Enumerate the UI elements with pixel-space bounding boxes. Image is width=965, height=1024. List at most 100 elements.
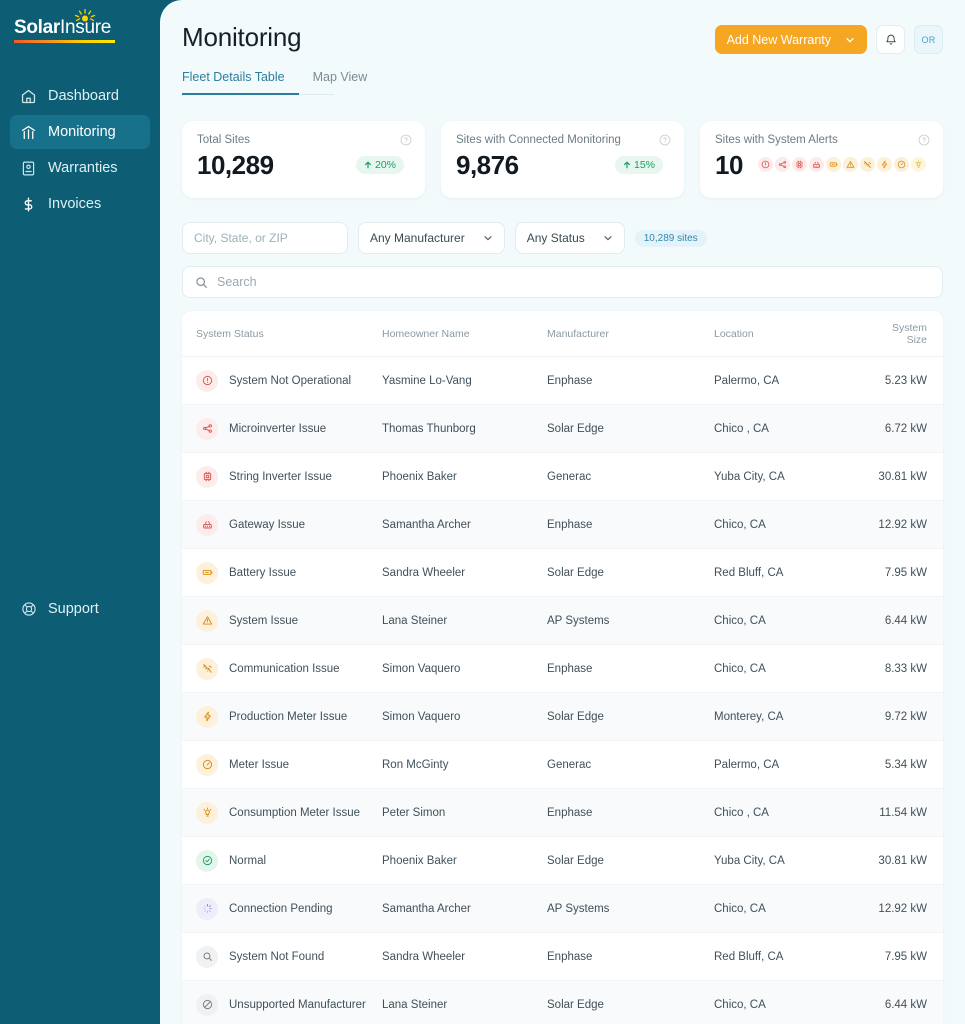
app-logo[interactable]: SolarInsure — [0, 18, 160, 43]
system-status-label: Production Meter Issue — [229, 711, 347, 723]
system-not-operational-icon — [196, 370, 218, 392]
help-icon[interactable] — [918, 133, 930, 151]
status-select-value: Any Status — [527, 231, 585, 245]
table-row[interactable]: Battery Issue Sandra Wheeler Solar Edge … — [182, 549, 943, 597]
table-row[interactable]: String Inverter Issue Phoenix Baker Gene… — [182, 453, 943, 501]
column-header-location[interactable]: Location — [714, 311, 874, 357]
system-status-label: System Not Found — [229, 951, 324, 963]
cell-manufacturer: AP Systems — [547, 885, 714, 933]
sidebar-item-monitoring[interactable]: Monitoring — [10, 115, 150, 149]
system-issue-icon[interactable] — [843, 157, 858, 172]
notifications-button[interactable] — [876, 25, 905, 54]
system-status-label: Gateway Issue — [229, 519, 305, 531]
battery-icon[interactable] — [826, 157, 841, 172]
table-row[interactable]: Connection Pending Samantha Archer AP Sy… — [182, 885, 943, 933]
column-header-manufacturer[interactable]: Manufacturer — [547, 311, 714, 357]
cell-system-size: 7.95 kW — [874, 933, 943, 981]
cell-manufacturer: Solar Edge — [547, 549, 714, 597]
table-row[interactable]: System Not Operational Yasmine Lo-Vang E… — [182, 357, 943, 405]
communication-icon — [196, 658, 218, 680]
stat-card-label: Sites with Connected Monitoring — [456, 134, 669, 146]
production-meter-icon — [196, 706, 218, 728]
cell-system-status: Connection Pending — [182, 885, 382, 933]
location-search-input[interactable] — [182, 222, 348, 254]
help-icon[interactable] — [659, 133, 671, 151]
system-status-label: System Not Operational — [229, 375, 351, 387]
search-icon — [195, 276, 208, 289]
production-meter-icon[interactable] — [877, 157, 892, 172]
consumption-meter-icon — [196, 802, 218, 824]
table-row[interactable]: System Issue Lana Steiner AP Systems Chi… — [182, 597, 943, 645]
add-new-warranty-button[interactable]: Add New Warranty — [715, 25, 867, 54]
tab-map-view[interactable]: Map View — [299, 70, 379, 94]
system-not-operational-icon[interactable] — [758, 157, 773, 172]
home-icon — [20, 88, 37, 105]
cell-manufacturer: AP Systems — [547, 597, 714, 645]
system-status-label: System Issue — [229, 615, 298, 627]
table-row[interactable]: Communication Issue Simon Vaquero Enphas… — [182, 645, 943, 693]
cell-system-status: Normal — [182, 837, 382, 885]
sidebar-item-support[interactable]: Support — [10, 594, 109, 624]
sidebar-item-warranties[interactable]: Warranties — [10, 151, 150, 185]
sidebar-item-label: Warranties — [48, 160, 118, 176]
cell-system-size: 6.44 kW — [874, 981, 943, 1024]
sidebar-item-label: Monitoring — [48, 124, 116, 140]
cell-homeowner-name: Simon Vaquero — [382, 645, 547, 693]
cell-homeowner-name: Sandra Wheeler — [382, 933, 547, 981]
avatar[interactable]: OR — [914, 25, 943, 54]
spinner-icon — [196, 898, 218, 920]
column-header-system-size[interactable]: System Size — [874, 311, 943, 357]
cell-homeowner-name: Lana Steiner — [382, 597, 547, 645]
system-status-label: Connection Pending — [229, 903, 333, 915]
sidebar-item-dashboard[interactable]: Dashboard — [10, 79, 150, 113]
column-header-homeowner-name[interactable]: Homeowner Name — [382, 311, 547, 357]
table-row[interactable]: Microinverter Issue Thomas Thunborg Sola… — [182, 405, 943, 453]
sites-count-badge: 10,289 sites — [635, 230, 707, 247]
table-row[interactable]: Unsupported Manufacturer Lana Steiner So… — [182, 981, 943, 1024]
stat-cards: Total Sites 10,289 20% Sites with Connec… — [182, 121, 943, 198]
table-row[interactable]: Gateway Issue Samantha Archer Enphase Ch… — [182, 501, 943, 549]
cell-homeowner-name: Lana Steiner — [382, 981, 547, 1024]
tab-fleet-details-table[interactable]: Fleet Details Table — [182, 70, 299, 95]
stat-card-label: Total Sites — [197, 134, 410, 146]
consumption-meter-icon[interactable] — [911, 157, 926, 172]
cell-location: Palermo, CA — [714, 357, 874, 405]
string-inverter-icon[interactable] — [792, 157, 807, 172]
cell-system-status: String Inverter Issue — [182, 453, 382, 501]
cell-homeowner-name: Sandra Wheeler — [382, 549, 547, 597]
table-row[interactable]: Consumption Meter Issue Peter Simon Enph… — [182, 789, 943, 837]
cell-location: Chico , CA — [714, 789, 874, 837]
system-status-label: Normal — [229, 855, 266, 867]
help-icon[interactable] — [400, 133, 412, 151]
table-row[interactable]: Meter Issue Ron McGinty Generac Palermo,… — [182, 741, 943, 789]
search-placeholder: Search — [217, 275, 257, 289]
column-header-system-status[interactable]: System Status — [182, 311, 382, 357]
chevron-down-icon — [483, 233, 493, 243]
system-status-label: Battery Issue — [229, 567, 296, 579]
cell-location: Chico, CA — [714, 645, 874, 693]
microinverter-icon[interactable] — [775, 157, 790, 172]
cell-manufacturer: Enphase — [547, 789, 714, 837]
cell-system-status: System Issue — [182, 597, 382, 645]
status-select[interactable]: Any Status — [515, 222, 625, 254]
meter-icon[interactable] — [894, 157, 909, 172]
manufacturer-select[interactable]: Any Manufacturer — [358, 222, 505, 254]
avatar-initials: OR — [921, 35, 935, 45]
table-row[interactable]: Production Meter Issue Simon Vaquero Sol… — [182, 693, 943, 741]
cell-system-size: 11.54 kW — [874, 789, 943, 837]
cell-location: Palermo, CA — [714, 741, 874, 789]
table-row[interactable]: System Not Found Sandra Wheeler Enphase … — [182, 933, 943, 981]
search-input[interactable]: Search — [182, 266, 943, 298]
cell-system-size: 9.72 kW — [874, 693, 943, 741]
cell-manufacturer: Enphase — [547, 933, 714, 981]
gateway-icon[interactable] — [809, 157, 824, 172]
main-content: Monitoring Add New Warranty OR Fleet Det… — [160, 0, 965, 1024]
search-circle-icon — [196, 946, 218, 968]
dollar-icon — [20, 196, 37, 213]
communication-icon[interactable] — [860, 157, 875, 172]
cell-manufacturer: Solar Edge — [547, 693, 714, 741]
cell-system-status: Communication Issue — [182, 645, 382, 693]
sidebar: SolarInsure Dashboard Monitoring — [0, 0, 160, 1024]
sidebar-item-invoices[interactable]: Invoices — [10, 187, 150, 221]
table-row[interactable]: Normal Phoenix Baker Solar Edge Yuba Cit… — [182, 837, 943, 885]
